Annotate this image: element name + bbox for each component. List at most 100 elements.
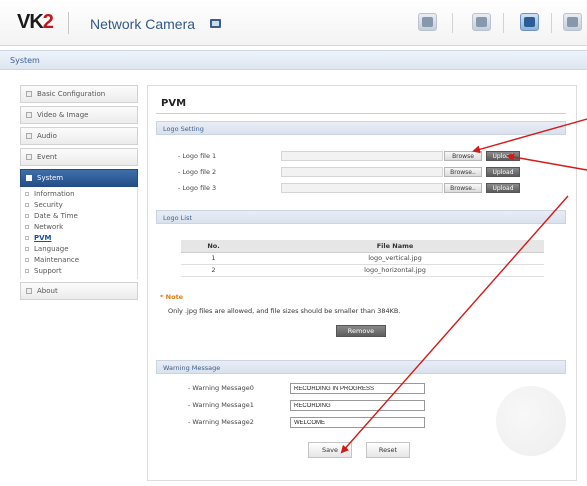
reset-button[interactable]: Reset: [366, 442, 410, 458]
logo-file-1-path[interactable]: [281, 151, 443, 161]
column-header-file-name: File Name: [246, 240, 544, 253]
sidebar-item-label: Basic Configuration: [37, 90, 106, 98]
sidebar-subitem-maintenance[interactable]: Maintenance: [21, 255, 137, 266]
sidebar-subitem-label: Network: [34, 223, 64, 231]
sidebar-item-label: Audio: [37, 132, 57, 140]
breadcrumb-bar: System: [0, 50, 587, 70]
top-header: VK2 Network Camera: [0, 0, 587, 46]
sidebar-item-basic-configuration[interactable]: Basic Configuration: [20, 85, 138, 103]
sidebar-subitem-label: Support: [34, 267, 62, 275]
section-title: Warning Message: [163, 364, 221, 372]
folder-icon: [26, 175, 32, 181]
camera-brand-icon: [210, 19, 221, 28]
sidebar-subitem-label: Maintenance: [34, 256, 80, 264]
note-text: Only .jpg files are allowed, and file si…: [168, 307, 401, 315]
camera-watermark-icon: [496, 386, 566, 456]
table-header-row: No. File Name: [181, 240, 544, 253]
header-icon-divider: [551, 13, 552, 33]
section-header-warning-message: Warning Message: [156, 360, 566, 374]
bullet-icon: [25, 269, 29, 273]
bullet-icon: [25, 192, 29, 196]
sidebar-item-event[interactable]: Event: [20, 148, 138, 166]
sidebar-subitem-security[interactable]: Security: [21, 200, 137, 211]
sidebar-item-label: System: [37, 174, 64, 182]
sidebar-item-system[interactable]: System: [20, 169, 138, 187]
folder-icon: [26, 288, 32, 294]
sidebar-item-label: Event: [37, 153, 58, 161]
bullet-icon: [25, 203, 29, 207]
breadcrumb: System: [10, 56, 40, 65]
folder-icon: [26, 154, 32, 160]
logo-file-2-label: - Logo file 2: [178, 168, 217, 176]
logo-file-3-upload-button[interactable]: Upload: [486, 183, 520, 193]
logo-file-3-label: - Logo file 3: [178, 184, 217, 192]
warning-message-1-label: - Warning Message1: [188, 401, 254, 409]
header-icon-divider: [503, 13, 504, 33]
sidebar-item-label: Video & Image: [37, 111, 89, 119]
logo-file-1-browse-button[interactable]: Browse: [444, 151, 482, 161]
bullet-icon: [25, 247, 29, 251]
live-view-icon[interactable]: [418, 13, 437, 31]
sidebar-subitem-date-time[interactable]: Date & Time: [21, 211, 137, 222]
sidebar-item-audio[interactable]: Audio: [20, 127, 138, 145]
bullet-icon: [25, 236, 29, 240]
logo-file-1-upload-button[interactable]: Upload: [486, 151, 520, 161]
logo-file-2-path[interactable]: [281, 167, 443, 177]
table-cell-file-name: logo_vertical.jpg: [246, 252, 544, 265]
section-title: Logo Setting: [163, 125, 204, 133]
table-cell-file-name: logo_horizontal.jpg: [246, 264, 544, 277]
sidebar-subitem-network[interactable]: Network: [21, 222, 137, 233]
sidebar-subitem-label: Language: [34, 245, 69, 253]
header-divider: [68, 12, 69, 34]
vk2-logo: VK2: [17, 11, 54, 33]
section-header-logo-setting: Logo Setting: [156, 121, 566, 135]
section-title: Logo List: [163, 214, 193, 222]
sidebar-subitem-label: Date & Time: [34, 212, 78, 220]
logo-list-table: No. File Name 1 logo_vertical.jpg 2 logo…: [181, 240, 544, 277]
title-divider: [156, 113, 566, 114]
folder-icon: [26, 112, 32, 118]
main-panel: PVM Logo Setting - Logo file 1 Browse Up…: [147, 85, 577, 481]
table-cell-no: 2: [181, 264, 246, 277]
logo-file-2-browse-button[interactable]: Browse..: [444, 167, 482, 177]
folder-icon: [26, 133, 32, 139]
warning-message-0-input[interactable]: [290, 383, 425, 394]
warning-message-2-input[interactable]: [290, 417, 425, 428]
search-icon[interactable]: [472, 13, 491, 31]
sidebar-item-video-image[interactable]: Video & Image: [20, 106, 138, 124]
logo-file-1-label: - Logo file 1: [178, 152, 217, 160]
header-icon-divider: [452, 13, 453, 33]
sidebar-item-about[interactable]: About: [20, 282, 138, 300]
section-header-logo-list: Logo List: [156, 210, 566, 224]
warning-message-0-label: - Warning Message0: [188, 384, 254, 392]
sidebar-subitem-label: PVM: [34, 234, 52, 242]
sidebar-subitem-support[interactable]: Support: [21, 266, 137, 277]
folder-icon: [26, 91, 32, 97]
table-cell-no: 1: [181, 252, 246, 265]
save-button[interactable]: Save: [308, 442, 352, 458]
note-title: * Note: [160, 293, 184, 301]
logo-file-2-upload-button[interactable]: Upload: [486, 167, 520, 177]
remove-button[interactable]: Remove: [336, 325, 386, 337]
page-title: PVM: [161, 98, 187, 109]
table-row[interactable]: 2 logo_horizontal.jpg: [181, 264, 544, 277]
warning-message-2-label: - Warning Message2: [188, 418, 254, 426]
column-header-no: No.: [181, 240, 246, 253]
setup-icon[interactable]: [520, 13, 539, 31]
system-submenu: Information Security Date & Time Network…: [20, 187, 138, 279]
sidebar-subitem-information[interactable]: Information: [21, 189, 137, 200]
sidebar-subitem-label: Information: [34, 190, 75, 198]
logo-file-3-path[interactable]: [281, 183, 443, 193]
sidebar-subitem-pvm[interactable]: PVM: [21, 233, 137, 244]
bullet-icon: [25, 258, 29, 262]
sidebar-subitem-language[interactable]: Language: [21, 244, 137, 255]
sidebar: Basic Configuration Video & Image Audio …: [20, 85, 138, 303]
help-icon[interactable]: [563, 13, 582, 31]
bullet-icon: [25, 214, 29, 218]
table-row[interactable]: 1 logo_vertical.jpg: [181, 252, 544, 265]
warning-message-1-input[interactable]: [290, 400, 425, 411]
app-title: Network Camera: [90, 16, 196, 32]
sidebar-item-label: About: [37, 287, 58, 295]
logo-file-3-browse-button[interactable]: Browse..: [444, 183, 482, 193]
bullet-icon: [25, 225, 29, 229]
